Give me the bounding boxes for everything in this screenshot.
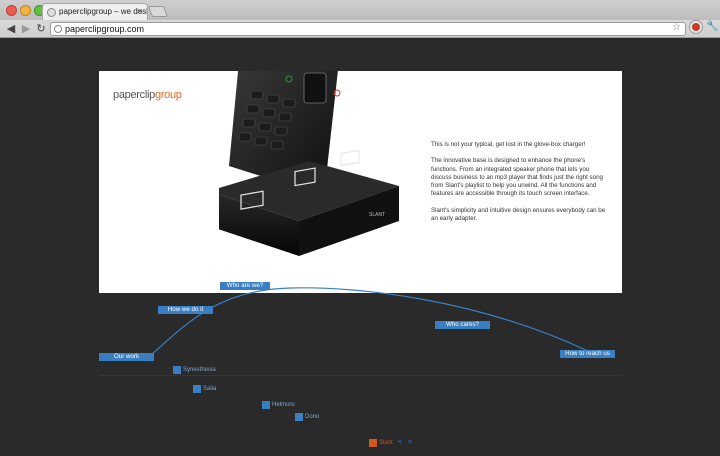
current-project-label: Slant [379, 440, 393, 446]
timeline-curve [149, 287, 591, 357]
next-project-button[interactable]: > [408, 438, 412, 447]
project-label: Synesthesia [183, 367, 216, 373]
current-project-indicator[interactable]: Slant [369, 439, 393, 447]
project-square-icon [173, 366, 181, 374]
project-item[interactable]: Helmoro [262, 401, 295, 409]
nav-who-are-we[interactable]: Who are we? [220, 282, 270, 290]
project-square-icon [295, 413, 303, 421]
project-item[interactable]: Dono [295, 413, 319, 421]
nav-our-work[interactable]: Our work [99, 353, 154, 361]
project-item[interactable]: Synesthesia [173, 366, 216, 374]
prev-project-button[interactable]: < [398, 438, 402, 447]
current-project-square-icon [369, 439, 377, 447]
nav-who-cares[interactable]: Who cares? [435, 321, 490, 329]
nav-how-to-reach-us[interactable]: How to reach us [560, 350, 615, 358]
project-item[interactable]: Salia [193, 385, 216, 393]
nav-how-we-do-it[interactable]: How we do it [158, 306, 213, 314]
project-label: Salia [203, 386, 217, 392]
timeline-divider [99, 375, 622, 376]
project-label: Helmoro [272, 402, 295, 408]
project-square-icon [193, 385, 201, 393]
project-label: Dono [305, 414, 320, 420]
project-square-icon [262, 401, 270, 409]
